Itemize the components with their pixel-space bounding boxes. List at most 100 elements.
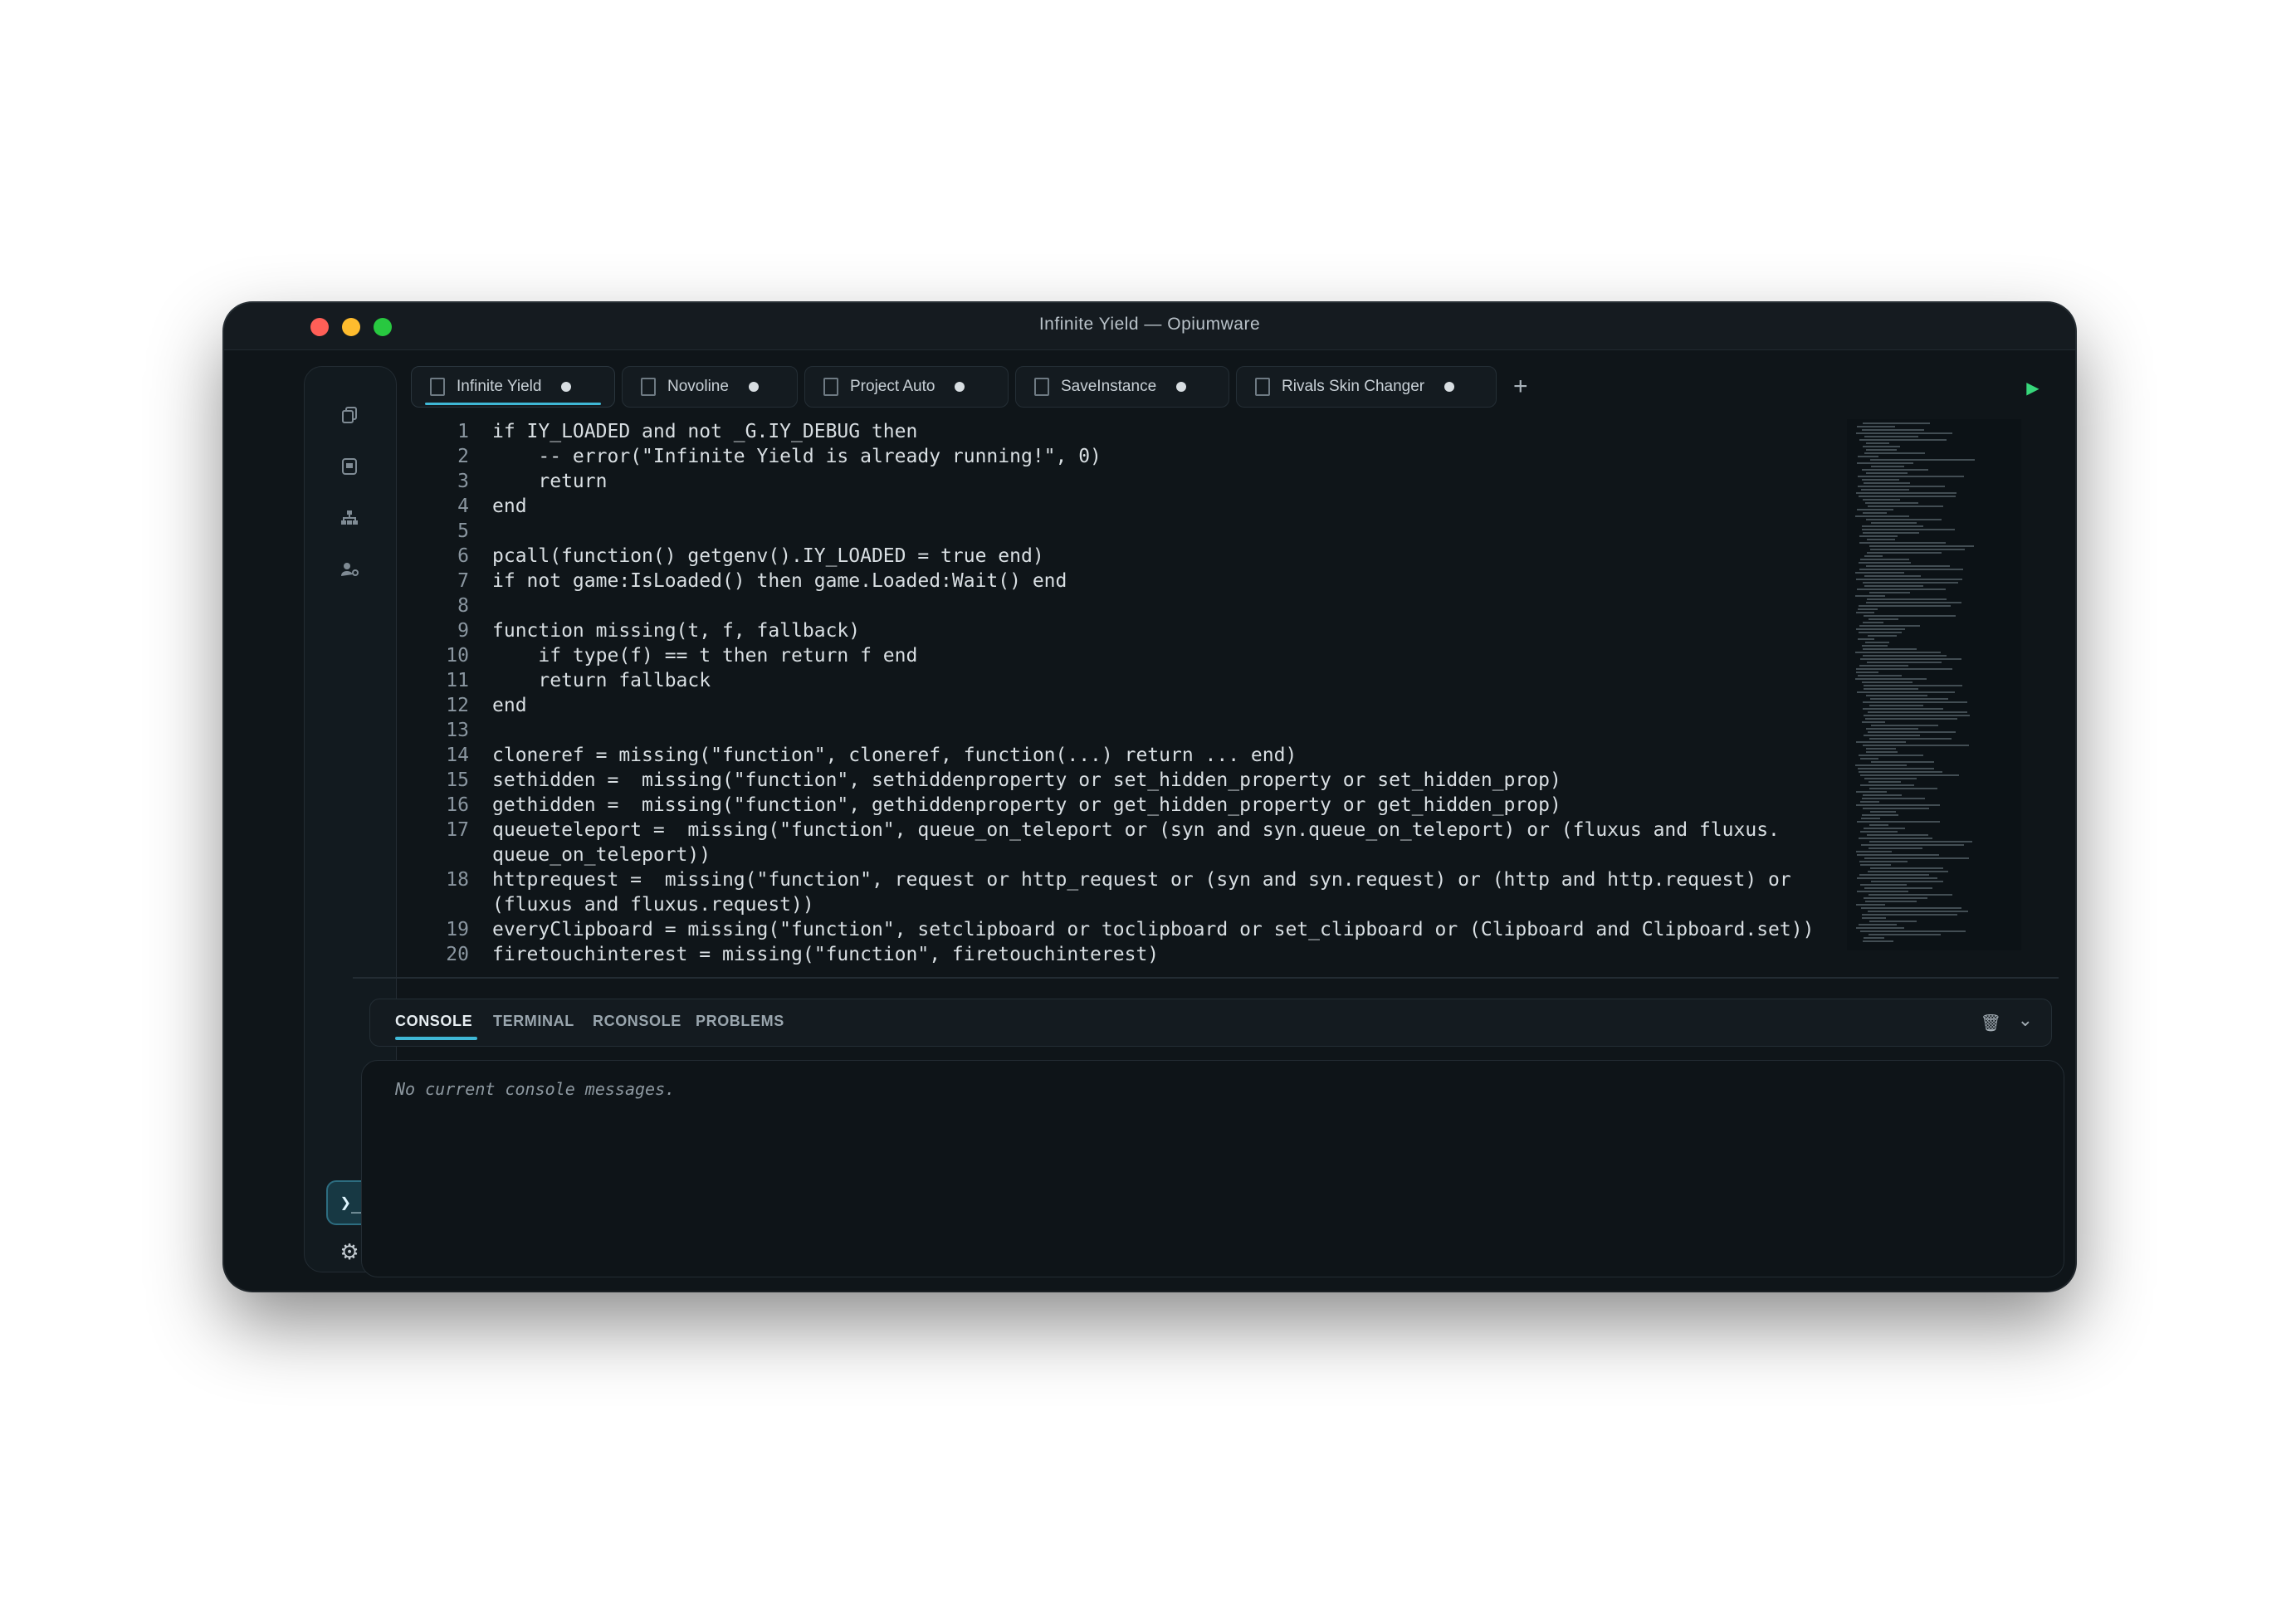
code-line[interactable]: 11 return fallback	[411, 668, 711, 693]
minimap-line	[1860, 758, 1878, 759]
minimap-line	[1867, 662, 1942, 663]
minimap-line	[1869, 618, 1898, 620]
minimap-line	[1862, 529, 1955, 530]
panel-tab-rconsole[interactable]: RCONSOLE	[593, 1013, 681, 1030]
minimap-line	[1859, 771, 1942, 773]
tab-saveinstance[interactable]: SaveInstance	[1015, 366, 1229, 408]
minimap-line	[1856, 927, 1904, 929]
minimap-line	[1865, 502, 1918, 504]
code-editor[interactable]: 1 if IY_LOADED and not _G.IY_DEBUG then 2 …	[411, 419, 2030, 975]
minimap-line	[1861, 907, 1961, 909]
minimap-line	[1858, 768, 1934, 769]
code-line[interactable]: 4 end	[411, 494, 526, 519]
code-line[interactable]: 19 everyClipboard = missing("function", s…	[411, 917, 1814, 942]
code-text: queue_on_teleport))	[492, 844, 711, 866]
copy-icon[interactable]	[333, 398, 366, 432]
minimap-line	[1869, 545, 1974, 547]
unsaved-dot-icon	[1444, 382, 1455, 392]
code-line[interactable]: 8	[411, 593, 492, 618]
code-line[interactable]: (fluxus and fluxus.request))	[411, 892, 814, 917]
code-line[interactable]: 17 queueteleport = missing("function", qu…	[411, 818, 1780, 842]
open-folder-icon[interactable]: 📂	[2073, 376, 2075, 399]
code-line[interactable]: 5	[411, 519, 492, 544]
minimap-line	[1869, 847, 1922, 849]
script-hub-icon[interactable]	[333, 450, 366, 483]
minimap-line	[1860, 801, 1879, 803]
code-line[interactable]: 16 gethidden = missing("function", gethid…	[411, 793, 1561, 818]
line-number: 6	[457, 545, 469, 567]
minimap-line	[1861, 489, 1909, 491]
line-number: 18	[446, 869, 469, 891]
file-icon	[641, 378, 656, 396]
code-line[interactable]: 2 -- error("Infinite Yield is already ru…	[411, 444, 1102, 469]
collapse-panel-chevron-icon[interactable]: ⌄	[2018, 1009, 2033, 1031]
tab-rivals-skin-changer[interactable]: Rivals Skin Changer	[1236, 366, 1497, 408]
network-icon[interactable]	[333, 501, 366, 535]
minimap-line	[1859, 605, 1951, 607]
minimap-line	[1857, 509, 1893, 510]
account-manager-icon[interactable]	[333, 553, 366, 586]
minimap-line	[1856, 628, 1905, 630]
minimap-line	[1864, 937, 1884, 939]
minimap-line	[1855, 678, 1927, 680]
code-line[interactable]: 6 pcall(function() getgenv().IY_LOADED = …	[411, 544, 1044, 569]
minimap-line	[1869, 934, 1941, 935]
code-line[interactable]: 1 if IY_LOADED and not _G.IY_DEBUG then	[411, 419, 917, 444]
minimap-line	[1863, 582, 1958, 584]
panel-tab-problems[interactable]: PROBLEMS	[696, 1013, 784, 1030]
minimap-line	[1856, 904, 1885, 906]
minimap-line	[1866, 728, 1918, 730]
code-line[interactable]: 13	[411, 718, 492, 743]
code-line[interactable]: 20 firetouchinterest = missing("function"…	[411, 942, 1159, 967]
code-line[interactable]: 15 sethidden = missing("function", sethid…	[411, 768, 1561, 793]
code-line[interactable]: 3 return	[411, 469, 607, 494]
execute-play-icon[interactable]: ▶	[2021, 376, 2044, 399]
line-number: 14	[446, 745, 469, 766]
minimap-line	[1858, 456, 1878, 457]
window-title: Infinite Yield — Opiumware	[1038, 315, 1261, 334]
minimap-line	[1860, 884, 1907, 886]
panel-tab-console[interactable]: CONSOLE	[395, 1013, 478, 1040]
minimap-line	[1870, 459, 1975, 461]
code-minimap[interactable]	[1847, 419, 2021, 950]
tab-novoline[interactable]: Novoline	[622, 366, 798, 408]
add-tab-button[interactable]: +	[1513, 373, 1528, 401]
code-line[interactable]: 9 function missing(t, f, fallback)	[411, 618, 860, 643]
minimap-line	[1857, 462, 1913, 464]
tab-project-auto[interactable]: Project Auto	[804, 366, 1009, 408]
minimap-line	[1861, 818, 1880, 819]
panel-divider[interactable]	[353, 977, 2059, 979]
code-line[interactable]: 7 if not game:IsLoaded() then game.Loaded…	[411, 569, 1067, 593]
minimap-line	[1862, 429, 1924, 431]
minimap-line	[1856, 579, 1962, 580]
line-number: 4	[457, 496, 469, 517]
tab-infinite-yield[interactable]: Infinite Yield	[411, 366, 615, 408]
minimap-line	[1862, 814, 1898, 816]
minimap-line	[1866, 602, 1961, 603]
code-line[interactable]: 12 end	[411, 693, 526, 718]
code-line[interactable]: 10 if type(f) == t then return f end	[411, 643, 917, 668]
clear-console-trash-icon[interactable]: 🗑	[1981, 1013, 2001, 1033]
minimap-line	[1864, 452, 1925, 454]
minimap-line	[1868, 731, 1956, 733]
minimap-line	[1864, 897, 1927, 899]
minimap-line	[1855, 595, 1885, 597]
file-icon	[430, 378, 445, 396]
minimap-line	[1859, 439, 1947, 441]
minimap-line	[1862, 681, 1913, 683]
code-text: return	[492, 471, 608, 492]
minimap-line	[1863, 794, 1902, 796]
minimap-line	[1855, 515, 1909, 517]
code-line[interactable]: 18 httprequest = missing("function", requ…	[411, 867, 1790, 892]
panel-tab-terminal[interactable]: TERMINAL	[493, 1013, 574, 1030]
code-line[interactable]: queue_on_teleport))	[411, 842, 711, 867]
minimap-line	[1866, 442, 1889, 444]
line-number: 9	[457, 620, 469, 642]
minimap-line	[1863, 940, 1893, 942]
minimap-line	[1865, 901, 1917, 902]
minimap-line	[1864, 735, 1920, 736]
minimap-line	[1858, 608, 1878, 610]
minimap-line	[1869, 592, 1910, 593]
code-text: gethidden = missing("function", gethidde…	[492, 794, 1561, 816]
code-line[interactable]: 14 cloneref = missing("function", clonere…	[411, 743, 1297, 768]
